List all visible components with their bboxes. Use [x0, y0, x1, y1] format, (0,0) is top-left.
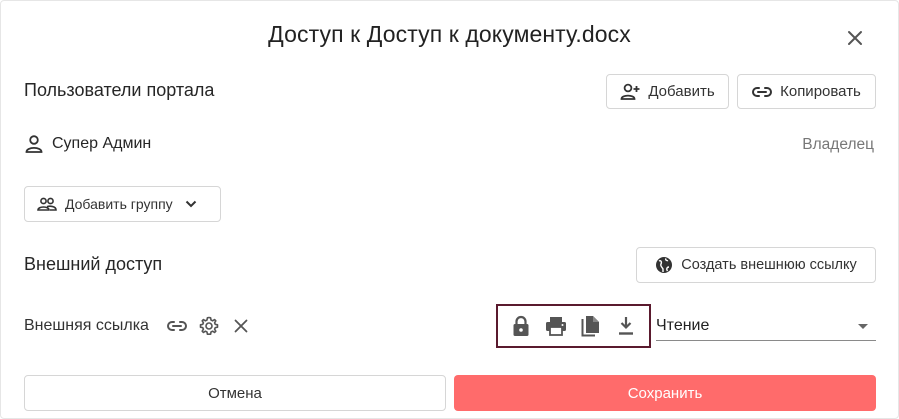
- close-icon: [234, 319, 248, 333]
- lock-icon: [513, 315, 529, 336]
- link-permissions: [496, 304, 651, 348]
- close-icon: [848, 31, 862, 45]
- copy-button[interactable]: Копировать: [737, 74, 876, 109]
- share-dialog: Доступ к Доступ к документу.docx Пользов…: [0, 0, 899, 419]
- globe-icon: [656, 257, 673, 273]
- print-permission-toggle[interactable]: [544, 314, 568, 338]
- link-settings-button[interactable]: [198, 315, 220, 337]
- cancel-button[interactable]: Отмена: [24, 375, 446, 411]
- external-access-label: Внешний доступ: [24, 254, 163, 274]
- external-link-label: Внешняя ссылка: [24, 317, 149, 334]
- group-icon: [37, 197, 57, 211]
- create-external-link-button[interactable]: Создать внешнюю ссылку: [636, 247, 876, 283]
- dropdown-caret-icon: [858, 323, 868, 329]
- access-level-select[interactable]: Чтение: [656, 312, 876, 341]
- download-permission-toggle[interactable]: [614, 314, 638, 338]
- add-group-button[interactable]: Добавить группу: [24, 186, 221, 222]
- download-icon: [618, 317, 633, 335]
- link-icon: [167, 321, 187, 331]
- copy-label: Копировать: [780, 83, 861, 100]
- save-button[interactable]: Сохранить: [454, 375, 876, 411]
- copy-link-button[interactable]: [166, 315, 188, 337]
- user-row: Супер Админ: [24, 134, 151, 154]
- person-icon: [25, 135, 43, 153]
- person-add-icon: [620, 83, 640, 100]
- lock-permission-toggle[interactable]: [509, 314, 533, 338]
- add-group-label: Добавить группу: [65, 196, 173, 212]
- add-user-button[interactable]: Добавить: [606, 74, 729, 109]
- copy-document-icon: [581, 316, 599, 337]
- access-level-value: Чтение: [656, 317, 710, 334]
- link-icon: [752, 86, 773, 97]
- remove-link-button[interactable]: [230, 315, 252, 337]
- add-user-label: Добавить: [648, 83, 715, 100]
- close-button[interactable]: [843, 26, 867, 50]
- gear-icon: [199, 316, 219, 335]
- user-role: Владелец: [802, 136, 874, 153]
- chevron-down-icon: [185, 200, 196, 208]
- print-icon: [546, 317, 567, 336]
- create-external-link-label: Создать внешнюю ссылку: [681, 257, 857, 273]
- user-name: Супер Админ: [52, 135, 152, 152]
- dialog-title: Доступ к Доступ к документу.docx: [268, 21, 631, 47]
- copy-permission-toggle[interactable]: [579, 314, 603, 338]
- portal-users-label: Пользователи портала: [24, 80, 215, 100]
